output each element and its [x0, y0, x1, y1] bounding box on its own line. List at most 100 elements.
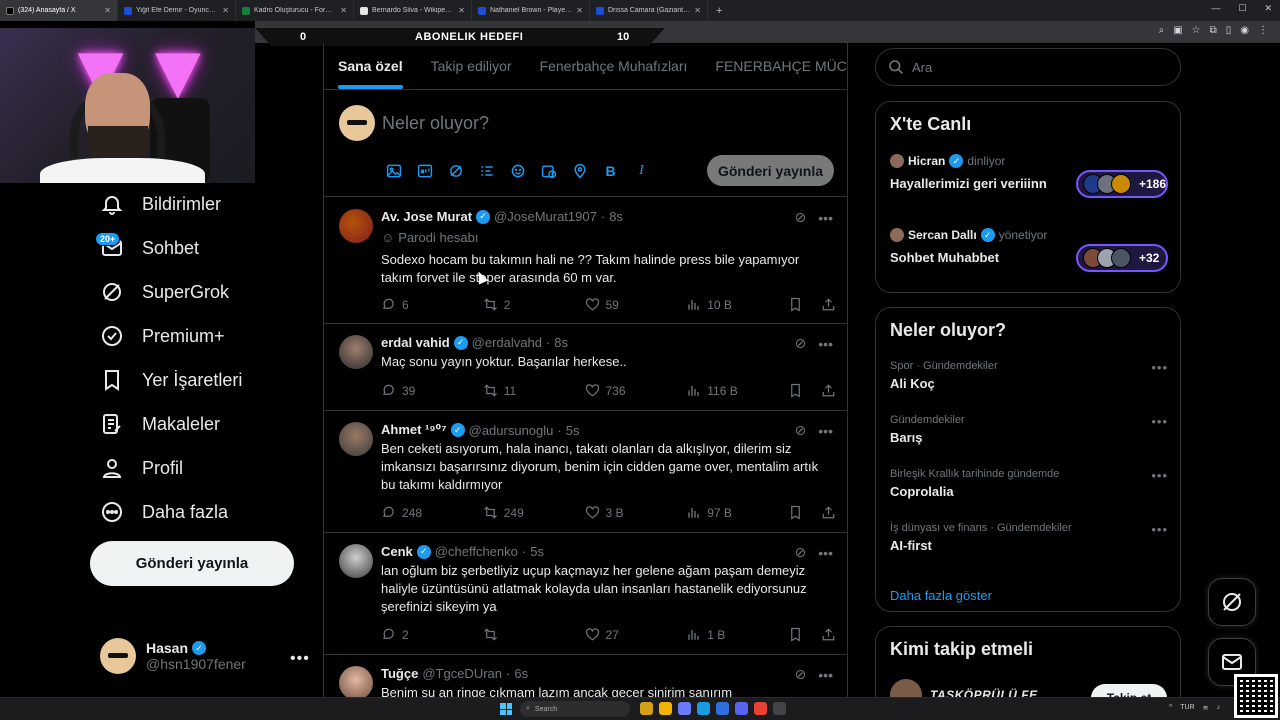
poll-icon[interactable]	[477, 161, 496, 180]
discord-app-icon[interactable]	[735, 702, 748, 715]
menu-icon[interactable]: ⋮	[1258, 25, 1268, 36]
grok-icon[interactable]: ⊘	[795, 666, 807, 683]
close-window-icon[interactable]: ✕	[1264, 3, 1272, 14]
browser-tab[interactable]: Yiğit Efe Demir - Oyuncu profili✕	[118, 0, 236, 21]
author-name[interactable]: Ahmet ¹⁹⁰⁷	[381, 422, 447, 438]
share-icon[interactable]	[821, 383, 836, 398]
app-icon[interactable]	[773, 702, 786, 715]
reply-button[interactable]: 2	[381, 627, 483, 642]
maximize-icon[interactable]: ☐	[1238, 3, 1246, 14]
author-name[interactable]: Tuğçe	[381, 666, 418, 681]
sidebar-icon[interactable]: ▯	[1226, 25, 1232, 36]
share-icon[interactable]	[821, 297, 836, 312]
chat-app-icon[interactable]	[678, 702, 691, 715]
like-button[interactable]: 27	[585, 627, 687, 642]
nav-more[interactable]: Daha fazla	[100, 500, 228, 524]
repost-button[interactable]: 2	[483, 297, 585, 312]
live-space[interactable]: Hicran ✓ dinliyor Hayallerimizi geri verii…	[890, 154, 1168, 214]
tab-for-you[interactable]: Sana özel	[324, 43, 417, 89]
cast-icon[interactable]: ▣	[1173, 25, 1182, 36]
author-handle[interactable]: @JoseMurat1907	[494, 209, 597, 224]
more-icon[interactable]: •••	[818, 423, 833, 439]
live-space[interactable]: Sercan Dallı ✓ yönetiyor Sohbet Muhabbet +…	[890, 228, 1168, 288]
author-handle[interactable]: @erdalvahd	[472, 335, 542, 350]
bookmark-icon[interactable]	[788, 383, 803, 398]
close-tab-icon[interactable]: ✕	[694, 6, 701, 15]
reply-button[interactable]: 248	[381, 505, 483, 520]
trend-item[interactable]: Birleşik Krallık tarihinde gündemde Copr…	[890, 468, 1168, 499]
star-icon[interactable]: ☆	[1192, 25, 1201, 36]
account-more-icon[interactable]: •••	[290, 650, 310, 668]
trend-item[interactable]: Spor · Gündemdekiler Ali Koç •••	[890, 360, 1168, 391]
files-app-icon[interactable]	[640, 702, 653, 715]
volume-icon[interactable]: ♪	[1217, 704, 1221, 712]
tweet[interactable]: Ahmet ¹⁹⁰⁷ ✓ @adursunoglu · 5s ⊘ ••• Ben …	[324, 411, 847, 533]
tweet-time[interactable]: 8s	[554, 335, 568, 350]
listeners-pill[interactable]: +186	[1076, 170, 1168, 198]
tweet-time[interactable]: 8s	[609, 209, 623, 224]
minimize-icon[interactable]: —	[1211, 3, 1220, 14]
grok-icon[interactable]	[446, 161, 465, 180]
more-icon[interactable]: •••	[818, 667, 833, 683]
tweet[interactable]: Av. Jose Murat ✓ @JoseMurat1907 · 8s ⊘ ••…	[324, 198, 847, 324]
new-tab-button[interactable]: +	[708, 5, 730, 17]
grok-fab[interactable]	[1208, 578, 1256, 626]
share-icon[interactable]	[821, 627, 836, 642]
edge-app-icon[interactable]	[697, 702, 710, 715]
browser-tab[interactable]: Drissa Camara (Gaziantep FK) ...✕	[590, 0, 708, 21]
more-icon[interactable]: •••	[818, 336, 833, 352]
nav-bookmarks[interactable]: Yer İşaretleri	[100, 368, 242, 392]
author-handle[interactable]: @adursunoglu	[469, 423, 554, 438]
tweet-time[interactable]: 5s	[566, 423, 580, 438]
more-icon[interactable]: •••	[818, 545, 833, 561]
more-icon[interactable]: •••	[1151, 414, 1168, 429]
account-switcher[interactable]: Hasan ✓ @hsn1907fener	[100, 638, 246, 674]
language-indicator[interactable]: TUR	[1180, 704, 1194, 712]
grok-icon[interactable]: ⊘	[795, 422, 807, 439]
chevron-up-icon[interactable]: ^	[1169, 704, 1172, 712]
tweet[interactable]: erdal vahid ✓ @erdalvahd · 8s ⊘ ••• Maç s…	[324, 324, 847, 411]
location-icon[interactable]	[570, 161, 589, 180]
bookmark-icon[interactable]	[788, 297, 803, 312]
store-app-icon[interactable]	[716, 702, 729, 715]
like-button[interactable]: 59	[585, 297, 687, 312]
views-button[interactable]: 116 B	[686, 383, 788, 398]
tab-following[interactable]: Takip ediliyor	[417, 43, 526, 89]
views-button[interactable]: 1 B	[686, 627, 788, 642]
italic-icon[interactable]: I	[632, 161, 651, 180]
author-name[interactable]: erdal vahid	[381, 335, 450, 350]
search-input[interactable]	[912, 59, 1162, 75]
close-tab-icon[interactable]: ✕	[340, 6, 347, 15]
nav-premium[interactable]: Premium+	[100, 324, 225, 348]
profile-icon[interactable]: ◉	[1240, 25, 1249, 36]
tweet-time[interactable]: 6s	[514, 666, 528, 681]
author-name[interactable]: Cenk	[381, 544, 413, 559]
close-tab-icon[interactable]: ✕	[104, 6, 111, 15]
bold-icon[interactable]: B	[601, 161, 620, 180]
repost-button[interactable]	[483, 627, 585, 642]
nav-notifications[interactable]: Bildirimler	[100, 192, 221, 216]
author-handle[interactable]: @TgceDUran	[422, 666, 502, 681]
explorer-app-icon[interactable]	[659, 702, 672, 715]
search-icon[interactable]: ⌕	[1159, 25, 1165, 36]
post-button[interactable]: Gönderi yayınla	[90, 541, 294, 586]
views-button[interactable]: 10 B	[686, 297, 788, 312]
show-more-link[interactable]: Daha fazla göster	[890, 588, 992, 603]
repost-button[interactable]: 11	[483, 383, 585, 398]
author-handle[interactable]: @cheffchenko	[435, 544, 518, 559]
tweet[interactable]: Cenk ✓ @cheffchenko · 5s ⊘ ••• lan oğlum …	[324, 533, 847, 655]
search-box[interactable]	[875, 48, 1181, 86]
reply-button[interactable]: 6	[381, 297, 483, 312]
share-icon[interactable]	[821, 505, 836, 520]
windows-start-icon[interactable]	[500, 703, 512, 715]
close-tab-icon[interactable]: ✕	[458, 6, 465, 15]
grok-icon[interactable]: ⊘	[795, 544, 807, 561]
taskbar-search[interactable]: ⌕ Search	[520, 701, 630, 717]
tab-list-fenerbahce-mucadele[interactable]: FENERBAHÇE MÜCADE	[701, 43, 847, 89]
bookmark-icon[interactable]	[788, 505, 803, 520]
author-name[interactable]: Av. Jose Murat	[381, 209, 472, 224]
compose-post-button[interactable]: Gönderi yayınla	[707, 155, 834, 186]
nav-profile[interactable]: Profil	[100, 456, 183, 480]
reply-button[interactable]: 39	[381, 383, 483, 398]
chrome-app-icon[interactable]	[754, 702, 767, 715]
